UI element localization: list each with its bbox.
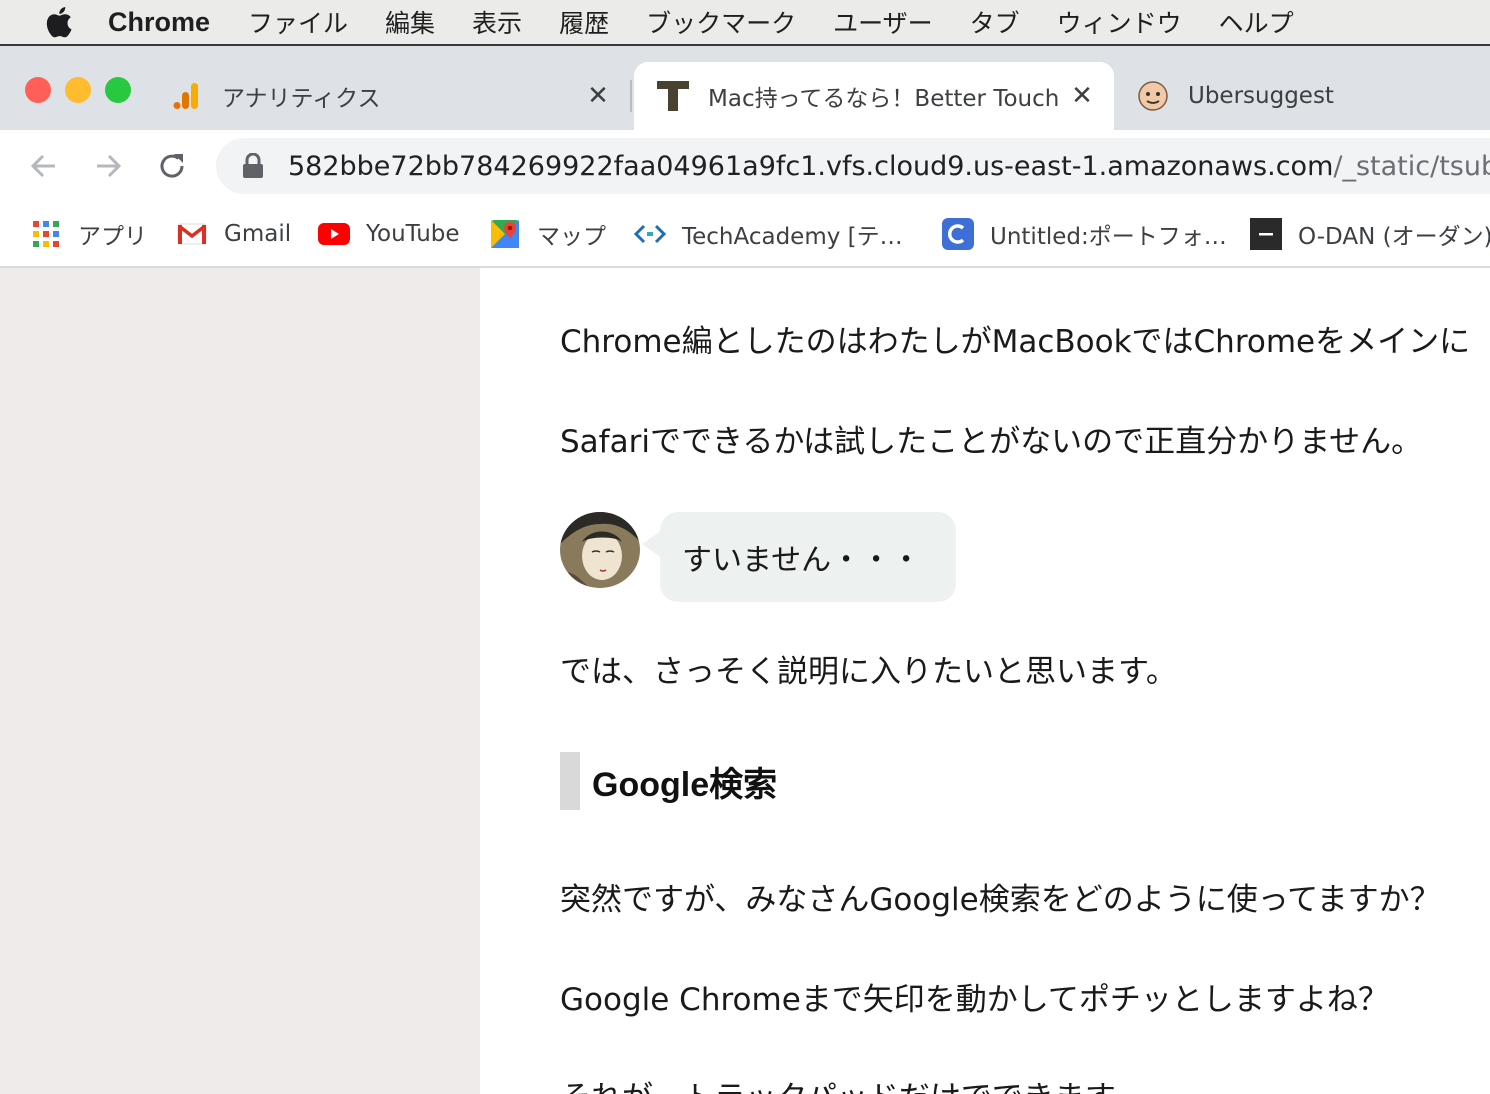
heading-text: Google検索 (592, 765, 778, 804)
speech-bubble-tail (642, 530, 662, 558)
lock-icon[interactable] (242, 153, 264, 179)
menu-bookmarks[interactable]: ブックマーク (646, 4, 796, 40)
bookmark-label: マップ (537, 224, 606, 250)
maps-icon (489, 218, 521, 250)
bookmark-techacademy[interactable]: TechAcademy [テ… (634, 214, 903, 254)
back-button[interactable] (20, 142, 68, 190)
browser-toolbar: 582bbe72bb784269922faa04961a9fc1.vfs.clo… (0, 130, 1490, 202)
menu-view[interactable]: 表示 (472, 4, 522, 40)
youtube-icon (318, 218, 350, 250)
menu-history[interactable]: 履歴 (559, 4, 609, 40)
paragraph: Google Chromeまで矢印を動かしてポチッとしますよね？ (560, 982, 1389, 1018)
address-bar[interactable]: 582bbe72bb784269922faa04961a9fc1.vfs.clo… (216, 138, 1490, 194)
web-page-content: Chrome編としたのはわたしがMacBookではChromeをメインに Saf… (0, 268, 1490, 1094)
speech-bubble: すいません・・・ (660, 512, 956, 602)
speech-text: すいません・・・ (682, 543, 922, 578)
back-arrow-icon (30, 154, 55, 178)
tab-close-icon[interactable]: ✕ (584, 81, 612, 111)
app-name-menu[interactable]: Chrome (108, 7, 210, 38)
bookmarks-bar: アプリ Gmail YouTube マップ TechAcademy [テ… Un… (0, 202, 1490, 268)
bookmark-label: Gmail (224, 221, 292, 247)
heading-accent-bar (560, 752, 580, 810)
bookmark-gmail[interactable]: Gmail (176, 214, 291, 254)
reload-button[interactable] (148, 142, 196, 190)
bookmark-odan[interactable]: O-DAN (オーダン) (1250, 214, 1490, 254)
url-host: 582bbe72bb784269922faa04961a9fc1.vfs.clo… (288, 150, 1334, 182)
analytics-icon (170, 79, 204, 113)
bookmark-label: アプリ (78, 224, 147, 250)
speech-balloon: すいません・・・ (560, 512, 960, 602)
bookmark-maps[interactable]: マップ (489, 214, 606, 254)
menu-edit[interactable]: 編集 (385, 4, 435, 40)
menu-tab[interactable]: タブ (970, 4, 1020, 40)
menu-users[interactable]: ユーザー (833, 4, 933, 40)
tab-better-touch[interactable]: Mac持ってるなら！Better Touch T ✕ (634, 62, 1114, 130)
paragraph: では、さっそく説明に入りたいと思います。 (560, 654, 1177, 690)
apps-grid-icon (30, 218, 62, 250)
bookmark-label: TechAcademy [テ… (682, 224, 903, 250)
window-zoom-button[interactable] (105, 77, 131, 103)
forward-button[interactable] (84, 142, 132, 190)
bookmark-label: O-DAN (オーダン) (1298, 224, 1490, 250)
apple-menu-icon[interactable] (38, 4, 78, 40)
menu-window[interactable]: ウィンドウ (1057, 4, 1182, 40)
untitled-icon (942, 218, 974, 250)
forward-arrow-icon (97, 154, 122, 178)
t-logo-icon (656, 79, 690, 113)
bookmark-apps[interactable]: アプリ (30, 214, 147, 254)
window-minimize-button[interactable] (65, 77, 91, 103)
gmail-icon (176, 218, 208, 250)
bookmark-label: Untitled:ポートフォ… (990, 224, 1227, 250)
article-body: Chrome編としたのはわたしがMacBookではChromeをメインに Saf… (560, 268, 1490, 1094)
tab-title: アナリティクス (222, 86, 381, 112)
techacademy-icon (634, 218, 666, 250)
menu-file[interactable]: ファイル (248, 4, 348, 40)
tab-ubersuggest[interactable]: Ubersuggest (1136, 62, 1490, 130)
menu-help[interactable]: ヘルプ (1219, 4, 1294, 40)
ubersuggest-face-icon (1136, 79, 1170, 113)
page-sidebar (0, 268, 480, 1094)
tab-title: Ubersuggest (1188, 83, 1334, 109)
tab-separator (630, 80, 632, 112)
bookmark-youtube[interactable]: YouTube (318, 214, 460, 254)
odan-icon (1250, 218, 1282, 250)
url-path: /_static/tsubasa/bt (1333, 150, 1490, 182)
section-heading: Google検索 (560, 752, 777, 810)
paragraph: Safariでできるかは試したことがないので正直分かりません。 (560, 424, 1423, 460)
paragraph: それが、トラックパッドだけでできます。 (560, 1072, 1144, 1094)
tab-analytics[interactable]: アナリティクス ✕ (170, 62, 630, 130)
bookmark-label: YouTube (366, 221, 460, 247)
macos-menu-bar: Chrome ファイル 編集 表示 履歴 ブックマーク ユーザー タブ ウィンド… (0, 0, 1490, 44)
tab-title: Mac持ってるなら！Better Touch T (708, 86, 1058, 112)
tab-close-icon[interactable]: ✕ (1068, 81, 1096, 111)
reload-icon (160, 154, 184, 178)
bookmark-untitled[interactable]: Untitled:ポートフォ… (942, 214, 1227, 254)
paragraph: 突然ですが、みなさんGoogle検索をどのように使ってますか？ (560, 882, 1441, 918)
speaker-avatar (560, 512, 640, 588)
window-close-button[interactable] (25, 77, 51, 103)
paragraph: Chrome編としたのはわたしがMacBookではChromeをメインに (560, 324, 1471, 360)
